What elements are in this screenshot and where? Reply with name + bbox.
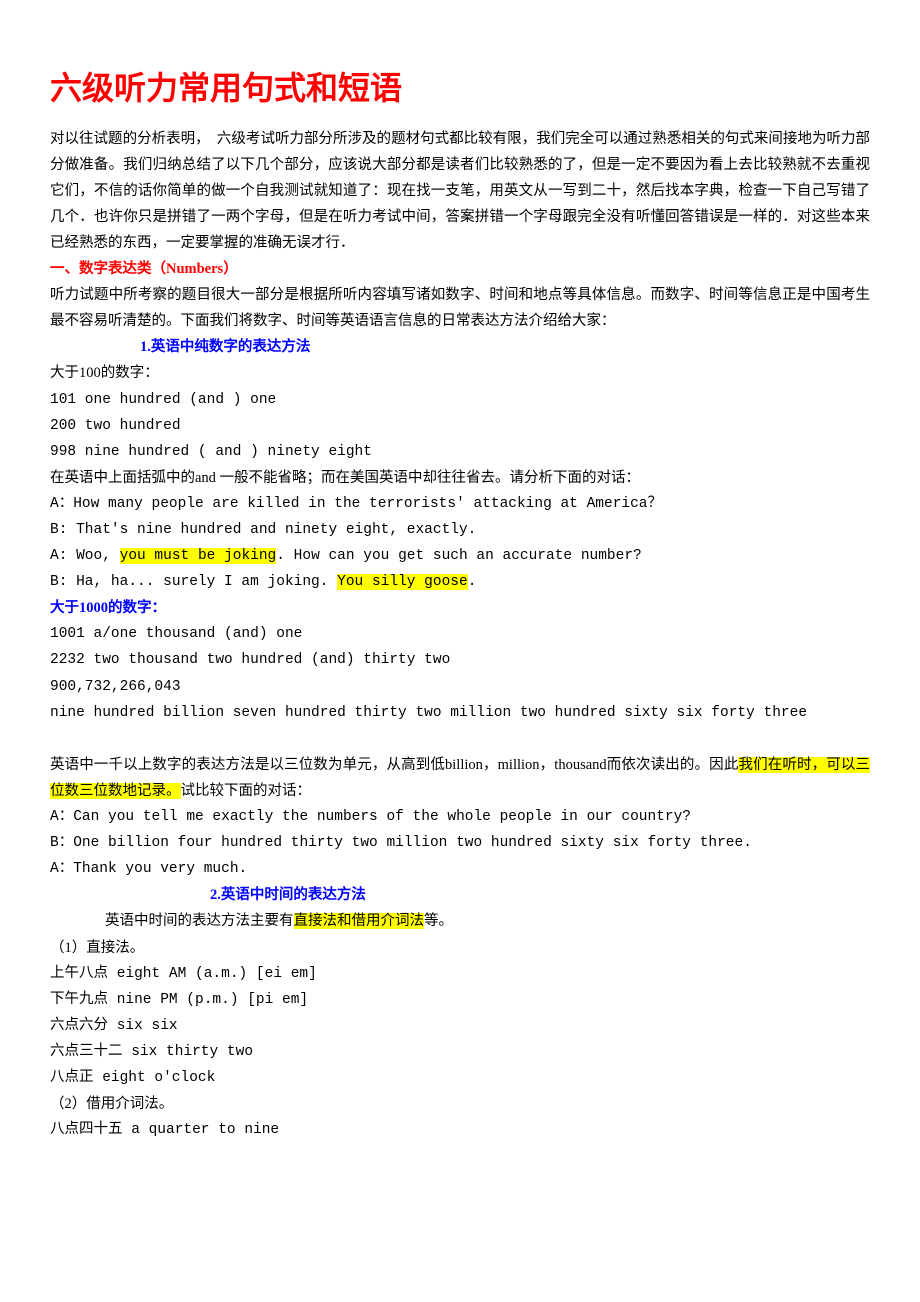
intro-paragraph: 对以往试题的分析表明， 六级考试听力部分所涉及的题材句式都比较有限，我们完全可以… [50, 126, 870, 256]
example-101: 101 one hundred (and ) one [50, 387, 870, 413]
gt1000-heading: 大于1000的数字： [50, 595, 870, 621]
big-number: 900,732,266,043 [50, 674, 870, 700]
dialog1-b2-post: . [468, 574, 477, 590]
time-eight-oclock: 八点正 eight o'clock [50, 1065, 870, 1091]
big-number-words: nine hundred billion seven hundred thirt… [50, 700, 870, 726]
dialog1-b2: B: Ha, ha... surely I am joking. You sil… [50, 569, 870, 595]
dialog1-a1: A：How many people are killed in the terr… [50, 491, 870, 517]
dialog1-b2-highlight: You silly goose [337, 574, 468, 590]
time-intro: 英语中时间的表达方法主要有直接法和借用介词法等。 [50, 908, 870, 934]
time-six-six: 六点六分 six six [50, 1013, 870, 1039]
example-2232: 2232 two thousand two hundred (and) thir… [50, 647, 870, 673]
example-1001: 1001 a/one thousand (and) one [50, 621, 870, 647]
dialog1-b1: B: That's nine hundred and ninety eight,… [50, 517, 870, 543]
thousand-note-pre: 英语中一千以上数字的表达方法是以三位数为单元，从高到低billion，milli… [50, 757, 738, 773]
and-note: 在英语中上面括弧中的and 一般不能省略；而在美国英语中却往往省去。请分析下面的… [50, 465, 870, 491]
time-six-thirty-two: 六点三十二 six thirty two [50, 1039, 870, 1065]
dialog2-a1: A：Can you tell me exactly the numbers of… [50, 804, 870, 830]
thousand-note: 英语中一千以上数字的表达方法是以三位数为单元，从高到低billion，milli… [50, 752, 870, 804]
dialog1-b2-pre: B: Ha, ha... surely I am joking. [50, 574, 337, 590]
thousand-note-post: 试比较下面的对话： [181, 783, 312, 799]
time-intro-pre: 英语中时间的表达方法主要有 [105, 913, 294, 929]
gt100-label: 大于100的数字： [50, 360, 870, 386]
time-8am: 上午八点 eight AM (a.m.) [ei em] [50, 961, 870, 987]
time-9pm: 下午九点 nine PM (p.m.) [pi em] [50, 987, 870, 1013]
dialog1-a2: A: Woo, you must be joking. How can you … [50, 543, 870, 569]
section-1-heading: 一、数字表达类（Numbers） [50, 256, 870, 282]
time-quarter-to-nine: 八点四十五 a quarter to nine [50, 1117, 870, 1143]
time-intro-post: 等。 [424, 913, 453, 929]
example-998: 998 nine hundred ( and ) ninety eight [50, 439, 870, 465]
dialog2-a2: A：Thank you very much. [50, 856, 870, 882]
section-1-intro: 听力试题中所考察的题目很大一部分是根据所听内容填写诸如数字、时间和地点等具体信息… [50, 282, 870, 334]
subsection-1-heading: 1.英语中纯数字的表达方法 [50, 334, 870, 360]
dialog1-a2-post: . How can you get such an accurate numbe… [276, 548, 641, 564]
dialog1-a2-pre: A: Woo, [50, 548, 120, 564]
page-title: 六级听力常用句式和短语 [50, 60, 870, 118]
dialog1-a2-highlight: you must be joking [120, 548, 277, 564]
method-2-label: （2）借用介词法。 [50, 1091, 870, 1117]
method-1-label: （1）直接法。 [50, 935, 870, 961]
time-intro-highlight: 直接法和借用介词法 [294, 913, 425, 929]
dialog2-b1: B：One billion four hundred thirty two mi… [50, 830, 870, 856]
subsection-2-heading: 2.英语中时间的表达方法 [50, 882, 870, 908]
example-200: 200 two hundred [50, 413, 870, 439]
